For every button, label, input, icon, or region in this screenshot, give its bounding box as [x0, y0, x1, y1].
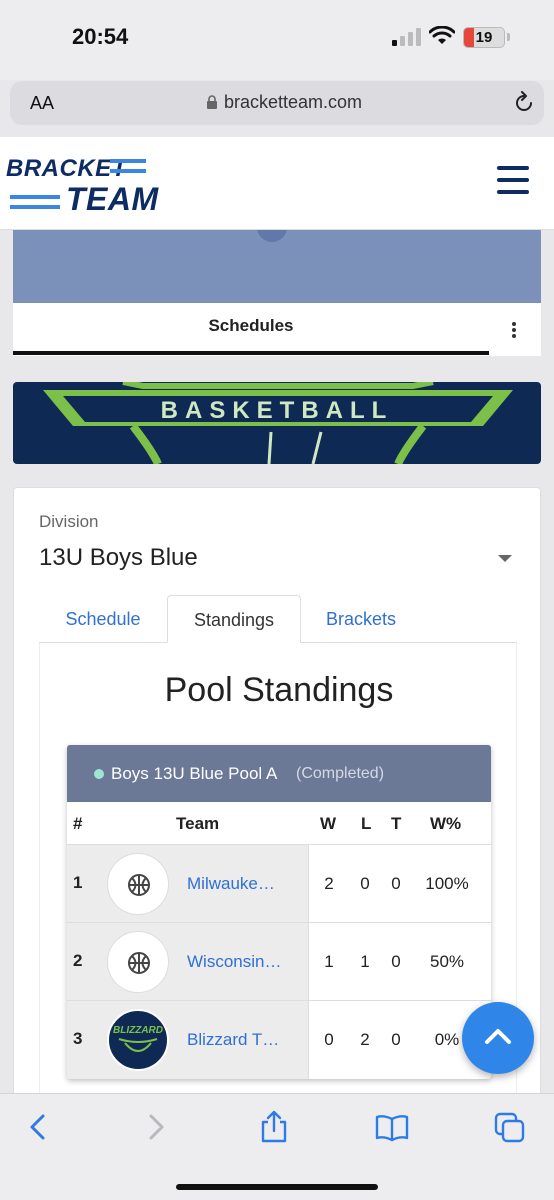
- table-row: 2 Wisconsin… 1 1 0 50%: [67, 922, 491, 1001]
- tab-brackets[interactable]: Brackets: [301, 595, 421, 643]
- cellular-signal-icon: [392, 28, 422, 46]
- basketball-icon: [128, 874, 150, 896]
- battery-tip: [507, 33, 510, 41]
- team-losses: 2: [360, 1030, 370, 1049]
- standings-panel: Pool Standings Boys 13U Blue Pool A (Com…: [39, 643, 517, 1108]
- team-avatar: [107, 931, 169, 993]
- status-dot-icon: [94, 769, 104, 779]
- team-rank: 1: [73, 873, 83, 892]
- division-select[interactable]: 13U Boys Blue: [39, 544, 198, 572]
- tab-standings[interactable]: Standings: [167, 595, 301, 643]
- team-win-pct: 100%: [425, 874, 469, 893]
- column-win-pct: W%: [430, 814, 462, 833]
- tab-schedule[interactable]: Schedule: [39, 595, 167, 643]
- pool-header: Boys 13U Blue Pool A (Completed): [67, 745, 491, 802]
- team-wins: 1: [324, 952, 334, 971]
- logo-line2: TEAM: [66, 181, 159, 217]
- division-card: Division 13U Boys Blue Schedule Standing…: [13, 487, 541, 1108]
- team-rank: 2: [73, 951, 83, 970]
- site-header: BRACKET TEAM: [0, 137, 554, 230]
- team-ties: 0: [391, 874, 401, 893]
- wifi-icon: [429, 26, 455, 44]
- text-size-button[interactable]: AA: [30, 93, 54, 114]
- forward-icon[interactable]: [146, 1112, 166, 1142]
- logo-line1: BRACKET: [6, 155, 127, 182]
- tab-schedules[interactable]: Schedules: [13, 316, 489, 336]
- active-tab-indicator: [13, 351, 489, 355]
- reload-icon[interactable]: [513, 91, 535, 115]
- team-losses: 1: [360, 952, 370, 971]
- pool-name: Boys 13U Blue Pool A: [111, 764, 278, 783]
- clock: 20:54: [72, 24, 129, 49]
- team-ties: 0: [391, 1030, 401, 1049]
- event-logo-icon: [257, 230, 287, 242]
- team-link[interactable]: Wisconsin…: [187, 952, 287, 972]
- team-ties: 0: [391, 952, 401, 971]
- table-row: 1 Milwauke… 2 0 0 100%: [67, 844, 491, 923]
- event-card: Schedules: [13, 230, 541, 356]
- blizzard-logo-graphic: BLIZZARD: [113, 1025, 163, 1052]
- team-losses: 0: [360, 874, 370, 893]
- pool-standings-table: Boys 13U Blue Pool A (Completed) # Team …: [67, 745, 491, 1079]
- page-title: Pool Standings: [164, 671, 394, 709]
- column-losses: L: [361, 814, 372, 833]
- team-wins: 2: [324, 874, 334, 893]
- home-indicator: [176, 1184, 378, 1190]
- division-tabs: Schedule Standings Brackets: [39, 595, 517, 643]
- team-link[interactable]: Milwauke…: [187, 874, 287, 894]
- event-banner: [13, 230, 541, 303]
- banner-text: BASKETBALL: [161, 397, 394, 424]
- team-avatar: [107, 853, 169, 915]
- back-icon[interactable]: [28, 1112, 48, 1142]
- column-ties: T: [391, 814, 402, 833]
- menu-icon[interactable]: [497, 166, 531, 196]
- table-row: 3 BLIZZARD Blizzard T… 0 2 0 0%: [67, 1000, 491, 1079]
- chevron-down-icon[interactable]: [498, 555, 512, 562]
- tabs-icon[interactable]: [494, 1112, 526, 1144]
- division-label: Division: [39, 512, 99, 531]
- bookmarks-icon[interactable]: [374, 1114, 410, 1142]
- bracket-team-logo[interactable]: BRACKET TEAM: [6, 155, 158, 217]
- column-wins: W: [320, 814, 337, 833]
- status-bar: 20:54 19: [0, 0, 554, 80]
- battery-level: 19: [475, 29, 493, 46]
- lock-icon: [207, 95, 217, 109]
- basketball-icon: [128, 952, 150, 974]
- scroll-to-top-button[interactable]: [462, 1002, 534, 1074]
- team-link[interactable]: Blizzard T…: [187, 1030, 287, 1050]
- sponsor-banner: BASKETBALL: [13, 382, 541, 464]
- team-win-pct: 50%: [429, 952, 465, 971]
- column-team: Team: [176, 814, 220, 833]
- url-text[interactable]: bracketteam.com: [224, 92, 362, 113]
- share-icon[interactable]: [259, 1110, 289, 1144]
- chevron-up-icon: [485, 1029, 511, 1044]
- column-rank: #: [73, 814, 83, 833]
- blizzard-logo: BLIZZARD: [107, 1009, 169, 1071]
- battery-icon: 19: [463, 27, 505, 48]
- basketball-banner-graphic: BASKETBALL: [43, 382, 513, 464]
- address-bar[interactable]: AA bracketteam.com: [10, 81, 544, 125]
- more-options-icon[interactable]: [512, 322, 516, 340]
- blizzard-logo-text: BLIZZARD: [113, 1025, 163, 1036]
- team-rank: 3: [73, 1029, 83, 1048]
- pool-status: (Completed): [296, 765, 385, 782]
- team-wins: 0: [324, 1030, 334, 1049]
